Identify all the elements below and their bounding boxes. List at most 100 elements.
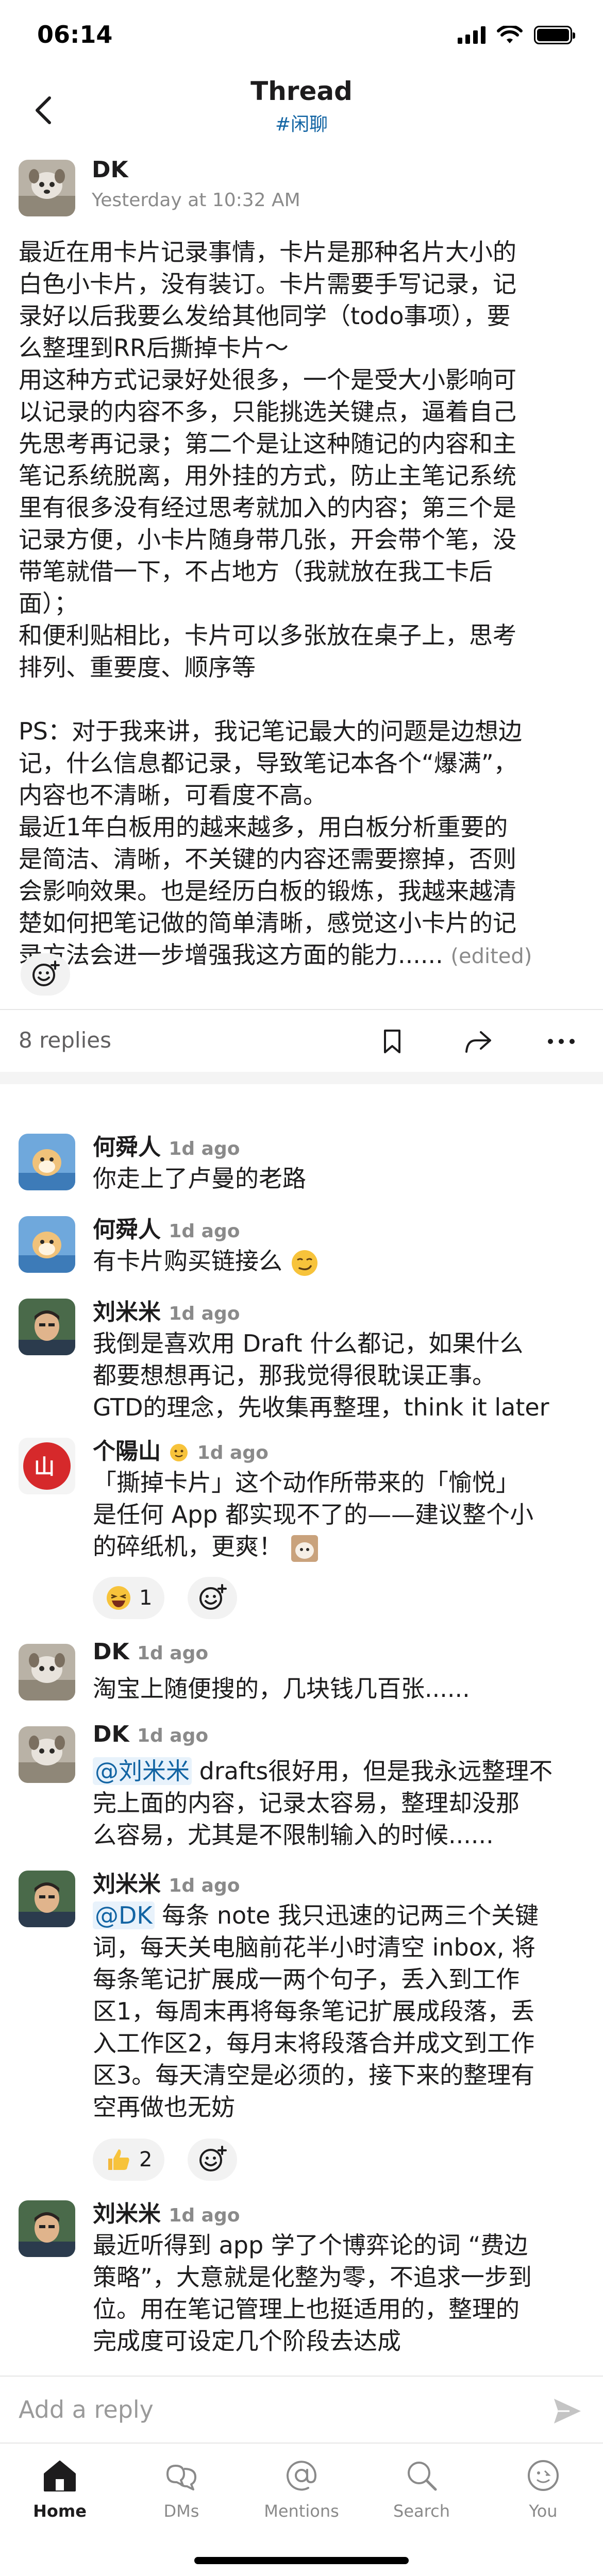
tab-mentions[interactable]: Mentions [260,2455,343,2521]
message-line: 和便利贴相比，卡片可以多张放在桌子上，思考 [19,621,516,649]
avatar[interactable] [19,1134,75,1190]
avatar[interactable] [19,1216,75,1273]
avatar[interactable] [19,1871,75,1927]
status-bar: 06:14 [0,0,603,72]
reply-time: 1d ago [169,1138,240,1159]
reaction-count: 1 [139,1586,153,1610]
message-body: 最近在用卡片记录事情，卡片是那种名片大小的 白色小卡片，没有装订。卡片需要手写记… [19,236,585,972]
message-line: 用这种方式记录好处很多，一个是受大小影响可 [19,366,516,394]
avatar[interactable]: 山 [19,1438,75,1494]
reply-author[interactable]: 个陽山 [93,1438,161,1464]
more-horizontal-icon [548,1039,575,1044]
profile-icon [528,2460,559,2491]
reply-input[interactable] [19,2393,534,2426]
reply-body: 有卡片购买链接么 [93,1245,588,1277]
reply-author[interactable]: 刘米米 [93,1871,161,1897]
message-line: 以记录的内容不多，只能挑选关键点，逼着自己 [19,398,516,426]
svg-text:山: 山 [34,1455,55,1479]
more-button[interactable] [543,1023,579,1059]
reaction-laughing[interactable]: 1 [93,1577,165,1619]
page-title: Thread [250,76,353,106]
avatar[interactable] [19,1644,75,1701]
reply-body: 「撕掉卡片」这个动作所带来的「愉悦」 是任何 App 都实现不了的——建议整个小… [93,1467,588,1563]
message-line: 里有很多没有经过思考就加入的内容；第三个是 [19,494,516,521]
reply-body: @刘米米 drafts很好用，但是我永远整理不 完上面的内容，记录太容易，整理却… [93,1755,588,1851]
add-reaction-button[interactable] [188,1577,237,1619]
home-icon [44,2461,76,2491]
message-line: 先思考再记录；第二个是让这种随记的内容和主 [19,430,516,458]
reaction-count: 2 [139,2148,153,2171]
reply-author[interactable]: 何舜人 [93,1134,161,1160]
reply-line: 「撕掉卡片」这个动作所带来的「愉悦」 [93,1469,520,1496]
reply-line: 位。用在笔记管理上也挺适用的，整理的 [93,2295,520,2323]
status-emoji-icon [170,1444,188,1461]
tab-label: You [529,2501,558,2521]
reply-line-text: 的碎纸机，更爽！ [93,1533,282,1560]
message-line: 楚如何把笔记做的简单清晰，感觉这小卡片的记 [19,909,516,937]
reaction-thumbs-up[interactable]: 2 [93,2139,165,2181]
message-line: 录方法会进一步增强我这方面的能力...... (edited) [19,939,585,972]
thumbs-up-emoji-icon [108,2149,129,2170]
reply-body: 我倒是喜欢用 Draft 什么都记，如果什么 都要想想再记，那我觉得很耽误正事。… [93,1327,588,1423]
reply-author[interactable]: DK [93,1639,129,1665]
avatar[interactable] [19,1726,75,1783]
replies-count: 8 replies [19,1028,111,1053]
dm-icon [166,2465,196,2490]
message-line: 面）； [19,590,78,617]
message-line: 笔记系统脱离，用外挂的方式，防止主笔记系统 [19,462,516,490]
reply-body: 你走上了卢曼的老路 [93,1165,306,1192]
reply-body: @DK 每条 note 我只迅速的记两三个关键 词，每天关电脑前花半小时清空 i… [93,1899,588,2123]
message-line: PS：对于我来讲，我记笔记最大的问题是边想边 [19,717,522,745]
laughing-emoji-icon [107,1586,130,1610]
add-reaction-button[interactable] [21,953,70,996]
reply-line: 空再做也无妨 [93,2093,235,2121]
message-line: 会影响效果。也是经历白板的锻炼，我越来越清 [19,877,516,905]
reply-author[interactable]: 刘米米 [93,2201,161,2227]
reply-line: 完上面的内容，记录太容易，整理却没那 [93,1789,520,1817]
save-button[interactable] [374,1023,410,1059]
message-line: 排列、重要度、顺序等 [19,653,256,681]
add-reaction-button[interactable] [188,2139,237,2181]
thread-actions-bar: 8 replies [0,1010,603,1072]
tab-home[interactable]: Home [19,2455,101,2521]
reply-time: 1d ago [169,1875,240,1896]
reply-line: GTD的理念，先收集再整理，think it later [93,1393,549,1421]
tab-label: Home [33,2501,87,2521]
message-timestamp: Yesterday at 10:32 AM [92,190,300,211]
message-line-text: 录方法会进一步增强我这方面的能力...... [19,941,443,969]
user-mention[interactable]: @DK [93,1901,155,1929]
reply-time: 1d ago [169,1221,240,1242]
reply-line: 策略”，大意就是化整为零，不追求一步到 [93,2263,532,2291]
wifi-icon [497,26,523,43]
message-author[interactable]: DK [92,157,128,183]
at-icon [287,2461,317,2491]
reply-line: 最近听得到 app 学了个博弈论的词 “费边 [93,2231,528,2259]
avatar[interactable] [19,160,75,216]
add-emoji-icon [32,961,60,986]
edited-label: (edited) [450,945,532,968]
reply-line: 我倒是喜欢用 Draft 什么都记，如果什么 [93,1329,524,1357]
reply-time: 1d ago [169,2205,240,2226]
tab-dms[interactable]: DMs [140,2455,223,2521]
reply-author[interactable]: 刘米米 [93,1299,161,1325]
reply-line: 每条笔记扩展成一两个句子，丢入到工作 [93,1965,520,1993]
share-button[interactable] [460,1023,496,1059]
tab-search[interactable]: Search [380,2455,463,2521]
avatar[interactable] [19,2200,75,2257]
tab-you[interactable]: You [502,2455,584,2521]
cat-emoji-icon [291,1535,318,1562]
avatar[interactable] [19,1299,75,1355]
battery-icon [534,26,575,44]
user-mention[interactable]: @刘米米 [93,1757,192,1785]
reply-author[interactable]: DK [93,1721,129,1747]
reply-body: 淘宝上随便搜的，几块钱几百张...... [93,1675,470,1703]
message-line: 记，什么信息都记录，导致笔记本各个“爆满”， [19,749,517,777]
reply-line: 区3。每天清空是必须的，接下来的整理有 [93,2061,535,2089]
reply-author[interactable]: 何舜人 [93,1217,161,1243]
channel-link[interactable]: #闲聊 [0,109,603,136]
bookmark-icon [384,1030,400,1053]
send-button[interactable] [549,2393,585,2429]
smirk-emoji-icon [291,1250,317,1276]
home-indicator[interactable] [194,2557,409,2564]
